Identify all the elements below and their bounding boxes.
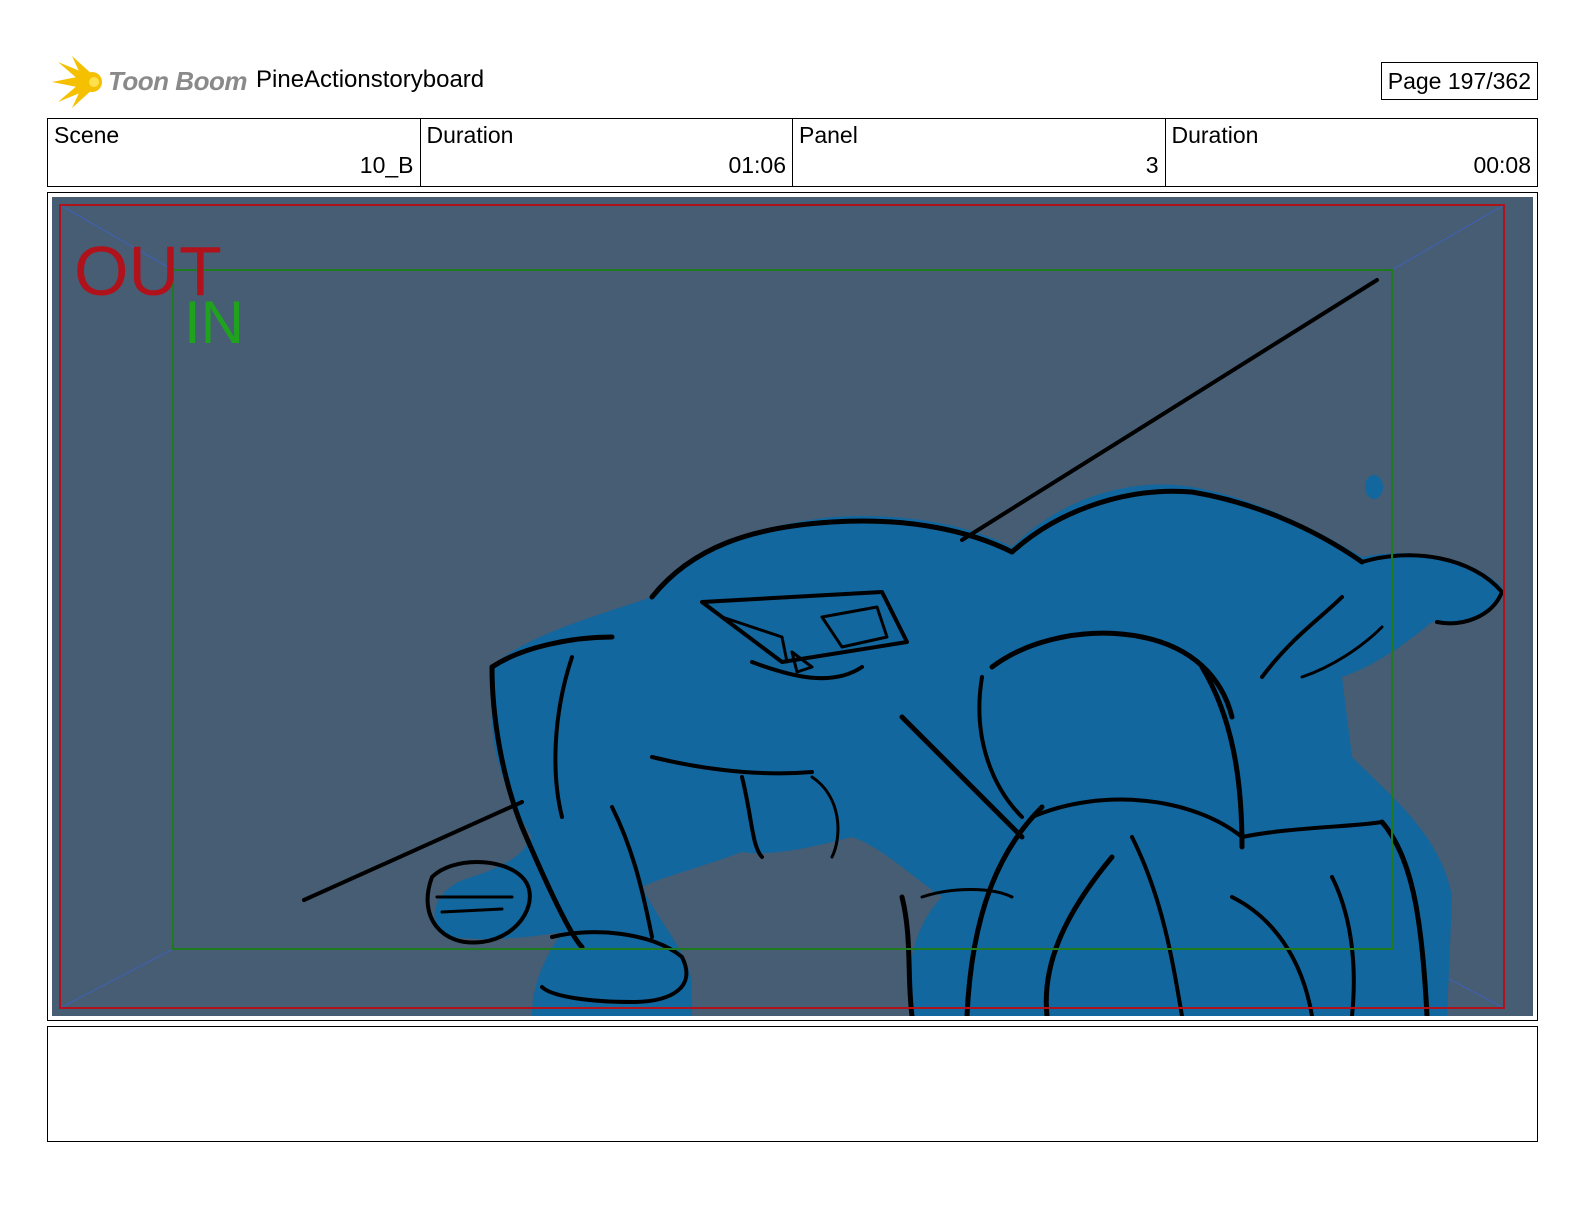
scene-duration-label: Duration [426,122,514,148]
toon-boom-logo: Toon Boom [52,56,247,108]
panel-label: Panel [799,122,858,148]
panel-value: 3 [1145,152,1159,178]
panel-duration-label: Duration [1171,122,1259,148]
panel-duration-cell: Duration 00:08 [1166,119,1538,186]
scene-value: 10_B [359,152,414,178]
starburst-icon [52,56,102,108]
scene-duration-value: 01:06 [728,152,786,178]
panel-cell: Panel 3 [793,119,1166,186]
in-frame-label: IN [184,289,244,356]
storyboard-panel: OUT IN [47,192,1538,1021]
scene-info-table: Scene 10_B Duration 01:06 Panel 3 Durati… [47,118,1538,187]
logo-text: Toon Boom [108,66,247,96]
project-title: PineActionstoryboard [256,66,485,93]
panel-duration-value: 00:08 [1473,152,1531,178]
page-header: Toon Boom PineActionstoryboard Page 197/… [48,52,1538,108]
panel-notes [47,1026,1538,1142]
page-number: Page 197/362 [1380,62,1538,100]
scene-duration-cell: Duration 01:06 [421,119,793,186]
panel-drawing: OUT IN [52,197,1533,1016]
scene-label: Scene [54,122,120,148]
scene-cell: Scene 10_B [48,119,421,186]
